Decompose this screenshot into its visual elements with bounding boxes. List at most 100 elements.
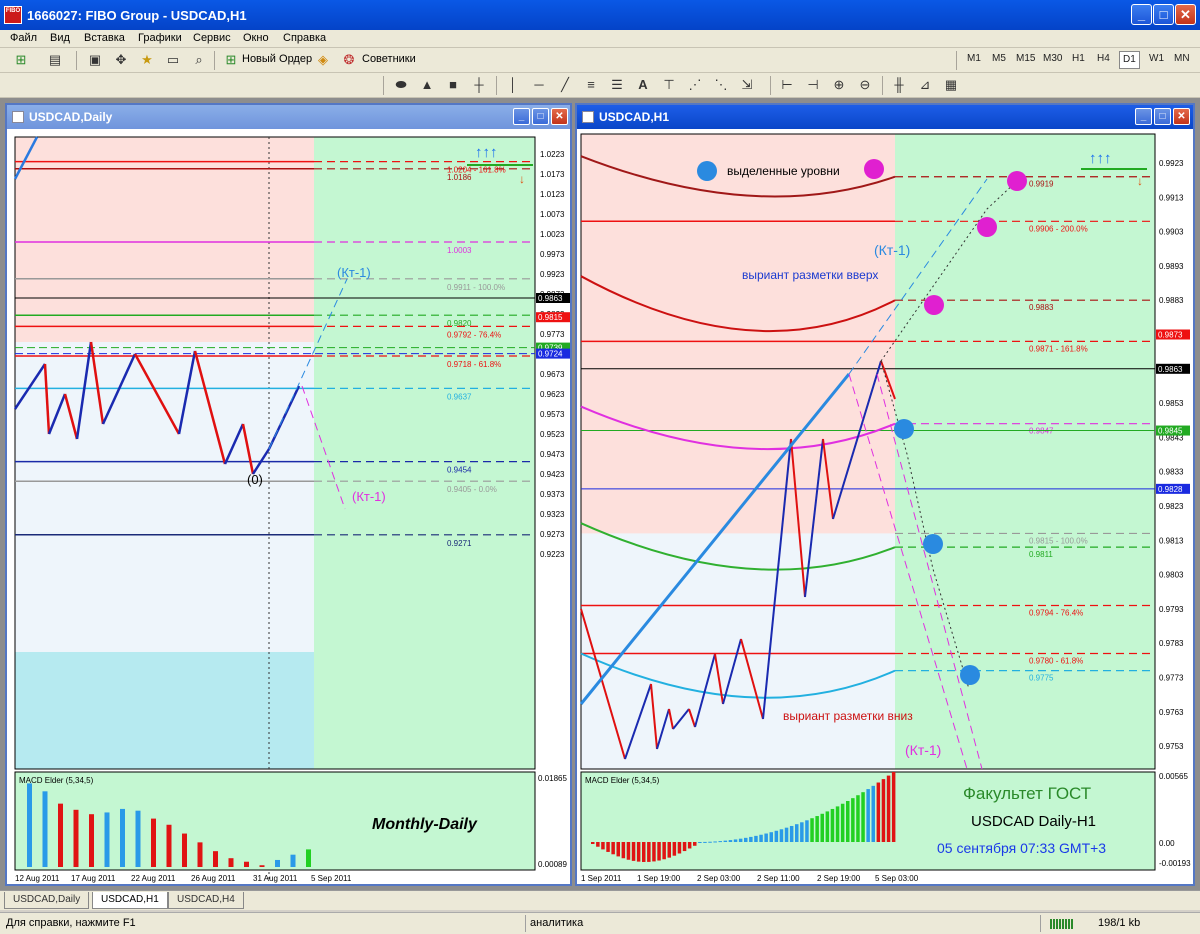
timeframe-m1[interactable]: M1 <box>967 53 981 64</box>
price-scale-tick: 0.9973 <box>540 250 565 259</box>
profiles-icon[interactable]: ▤ <box>46 51 64 69</box>
data-window-icon[interactable]: ✥ <box>112 51 130 69</box>
macd-bar <box>228 858 234 867</box>
menu-window[interactable]: Окно <box>243 32 269 44</box>
time-axis-tick: 12 Aug 2011 <box>15 874 60 883</box>
fibo-retracement-icon[interactable]: ☰ <box>608 76 626 94</box>
level-label: 0.9911 - 100.0% <box>447 283 505 292</box>
macd-bar <box>606 842 610 852</box>
terminal-icon[interactable]: ▭ <box>164 51 182 69</box>
chart-maximize-button[interactable]: □ <box>532 108 549 125</box>
menu-tools[interactable]: Сервис <box>193 32 231 44</box>
standard-toolbar: ⊞ ▤ ▣ ✥ ★ ▭ ⌕ ⊞ Новый Ордер ◈ ❂ Советник… <box>0 48 1200 73</box>
level-label: 1.0003 <box>447 246 472 255</box>
chart-minimize-button[interactable]: _ <box>1135 108 1152 125</box>
menu-file[interactable]: Файл <box>10 32 37 44</box>
timeframe-d1[interactable]: D1 <box>1119 51 1140 69</box>
level-label: 1.0186 <box>447 173 472 182</box>
time-axis-tick: 5 Sep 2011 <box>311 874 352 883</box>
chart-shift-icon[interactable]: ⊣ <box>804 76 822 94</box>
new-order-icon[interactable]: ⊞ <box>222 51 240 69</box>
ellipse-icon[interactable]: ⬬ <box>392 76 410 94</box>
drawing-toolbar: ⬬ ▲ ■ ┼ │ ─ ╱ ≡ ☰ A ⊤ ⋰ ⋱ ⇲ ⊢ ⊣ ⊕ ⊖ ╫ ⊿ … <box>0 73 1200 98</box>
minimize-button[interactable]: _ <box>1131 4 1152 25</box>
menu-charts[interactable]: Графики <box>138 32 182 44</box>
zoom-in-icon[interactable]: ⊕ <box>830 76 848 94</box>
crosshair-icon[interactable]: ┼ <box>470 76 488 94</box>
menu-help[interactable]: Справка <box>283 32 326 44</box>
price-scale-tick: 0.9893 <box>1159 262 1184 271</box>
highlight-circle <box>977 217 997 237</box>
price-scale-tick: 0.9923 <box>540 270 565 279</box>
macd-bar <box>886 775 891 842</box>
price-scale-tick: 0.9813 <box>1159 536 1184 545</box>
new-chart-icon[interactable]: ⊞ <box>12 51 30 69</box>
macd-bar <box>672 842 677 856</box>
tab-usdcad-h1[interactable]: USDCAD,H1 <box>92 892 168 909</box>
price-scale-tick: 0.9763 <box>1159 708 1184 717</box>
navigator-icon[interactable]: ★ <box>138 51 156 69</box>
h1-price-chart[interactable]: 0.9919 0.9906 - 200.0% 0.9883 0.9871 - 161.… <box>577 129 1193 884</box>
timeframe-mn[interactable]: MN <box>1174 53 1190 64</box>
templates-icon[interactable]: ▦ <box>942 76 960 94</box>
chart-window-daily[interactable]: USDCAD,Daily _ □ ✕ 1.0204 - 161.8% 1.0186… <box>5 103 572 886</box>
market-watch-icon[interactable]: ▣ <box>86 51 104 69</box>
advisors-icon[interactable]: ❂ <box>340 51 358 69</box>
timeframe-m30[interactable]: M30 <box>1043 53 1062 64</box>
horizontal-line-icon[interactable]: ─ <box>530 76 548 94</box>
fibo-expansion-icon[interactable]: ⋰ <box>686 76 704 94</box>
timeframe-m15[interactable]: M15 <box>1016 53 1035 64</box>
zone-green-future <box>895 134 1155 769</box>
macd-bar <box>120 808 125 867</box>
price-tag-label: 0.9873 <box>1158 331 1183 340</box>
expert-advisors-button[interactable]: Советники <box>362 53 416 65</box>
macd-bar <box>754 835 758 842</box>
metaeditor-icon[interactable]: ◈ <box>314 51 332 69</box>
maximize-button[interactable]: □ <box>1153 4 1174 25</box>
timeframe-h1[interactable]: H1 <box>1072 53 1085 64</box>
annotation-variant-down: выриант разметки вниз <box>783 709 913 723</box>
status-help: Для справки, нажмите F1 <box>6 917 136 929</box>
annotation-kt-down: (Кт-1) <box>352 489 386 504</box>
text-label-icon[interactable]: ⊤ <box>660 76 678 94</box>
macd-bar <box>693 842 697 846</box>
trendline-icon[interactable]: ╱ <box>556 76 574 94</box>
autoscroll-icon[interactable]: ⊢ <box>778 76 796 94</box>
arrows-icon[interactable]: ⇲ <box>738 76 756 94</box>
tab-usdcad-h4[interactable]: USDCAD,H4 <box>168 892 244 909</box>
timeframe-h4[interactable]: H4 <box>1097 53 1110 64</box>
level-label: 0.9919 <box>1029 180 1054 189</box>
time-axis-tick: 1 Sep 19:00 <box>637 874 681 883</box>
chart-window-h1[interactable]: USDCAD,H1 _ □ ✕ 0.9919 0.9906 - 200.0% 0.9… <box>575 103 1195 886</box>
fibo-time-icon[interactable]: ⋱ <box>712 76 730 94</box>
macd-bar <box>290 854 296 867</box>
rectangle-icon[interactable]: ■ <box>444 76 462 94</box>
macd-bar <box>876 782 881 842</box>
annotation-highlighted-levels: выделенные уровни <box>727 164 840 178</box>
timeframe-m5[interactable]: M5 <box>992 53 1006 64</box>
vertical-line-icon[interactable]: │ <box>504 76 522 94</box>
connection-status-icon <box>1050 919 1074 929</box>
price-scale-tick: 0.9853 <box>1159 399 1184 408</box>
fibo-channel-icon[interactable]: ≡ <box>582 76 600 94</box>
tab-usdcad-daily[interactable]: USDCAD,Daily <box>4 892 90 909</box>
daily-price-chart[interactable]: 1.0204 - 161.8%1.01861.00030.9911 - 100.… <box>7 129 570 884</box>
timeframe-w1[interactable]: W1 <box>1149 53 1164 64</box>
strategy-tester-icon[interactable]: ⌕ <box>190 51 208 69</box>
chart-maximize-button[interactable]: □ <box>1154 108 1171 125</box>
menu-view[interactable]: Вид <box>50 32 70 44</box>
bar-chart-icon[interactable]: ╫ <box>890 76 908 94</box>
triangle-icon[interactable]: ▲ <box>418 76 436 94</box>
chart-close-button[interactable]: ✕ <box>1173 108 1190 125</box>
chart-close-button[interactable]: ✕ <box>551 108 568 125</box>
price-scale-tick: 0.9373 <box>540 490 565 499</box>
menu-insert[interactable]: Вставка <box>84 32 125 44</box>
new-order-button[interactable]: Новый Ордер <box>242 53 312 65</box>
zoom-out-icon[interactable]: ⊖ <box>856 76 874 94</box>
text-icon[interactable]: A <box>634 76 652 94</box>
chart-minimize-button[interactable]: _ <box>513 108 530 125</box>
line-chart-icon[interactable]: ⊿ <box>916 76 934 94</box>
close-button[interactable]: ✕ <box>1175 4 1196 25</box>
macd-bar <box>779 829 784 842</box>
macd-bar <box>815 816 819 842</box>
